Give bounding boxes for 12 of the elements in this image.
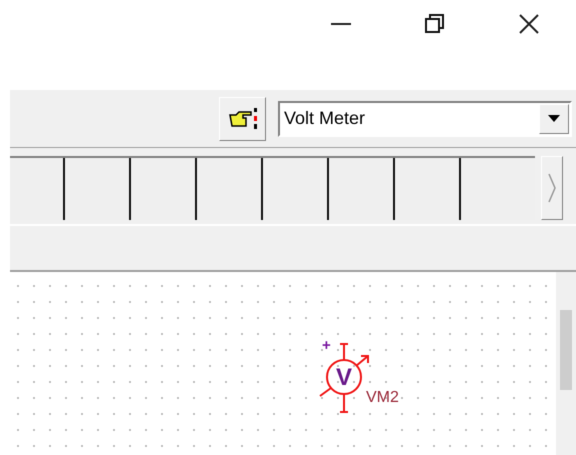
- voltmeter-letter: V: [336, 366, 352, 390]
- restore-icon[interactable]: [425, 14, 445, 34]
- pointing-hand-icon: [228, 106, 258, 130]
- close-icon[interactable]: [519, 14, 539, 34]
- scroll-right-button[interactable]: [541, 156, 563, 220]
- component-dropdown[interactable]: Volt Meter: [278, 100, 572, 136]
- caret-icon: [548, 173, 556, 203]
- polarity-sign: +: [322, 338, 331, 353]
- vertical-scrollbar[interactable]: [556, 272, 576, 455]
- pointer-tool-button[interactable]: [219, 96, 266, 140]
- component-label: VM2: [366, 390, 399, 406]
- caret-icon[interactable]: [548, 115, 560, 122]
